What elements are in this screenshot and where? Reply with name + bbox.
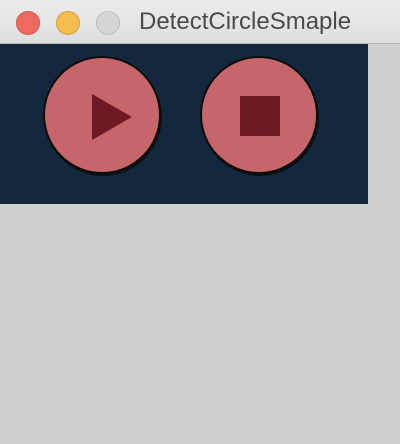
window-title: DetectCircleSmaple [139, 8, 352, 35]
play-button[interactable] [43, 56, 161, 174]
play-icon [92, 94, 132, 140]
stop-button[interactable] [200, 56, 318, 174]
stop-icon [240, 96, 280, 136]
app-window: DetectCircleSmaple [0, 0, 400, 444]
zoom-window-button[interactable] [96, 11, 120, 35]
close-window-button[interactable] [16, 11, 40, 35]
title-bar[interactable]: DetectCircleSmaple [0, 0, 400, 44]
sketch-canvas [0, 44, 368, 204]
minimize-window-button[interactable] [56, 11, 80, 35]
